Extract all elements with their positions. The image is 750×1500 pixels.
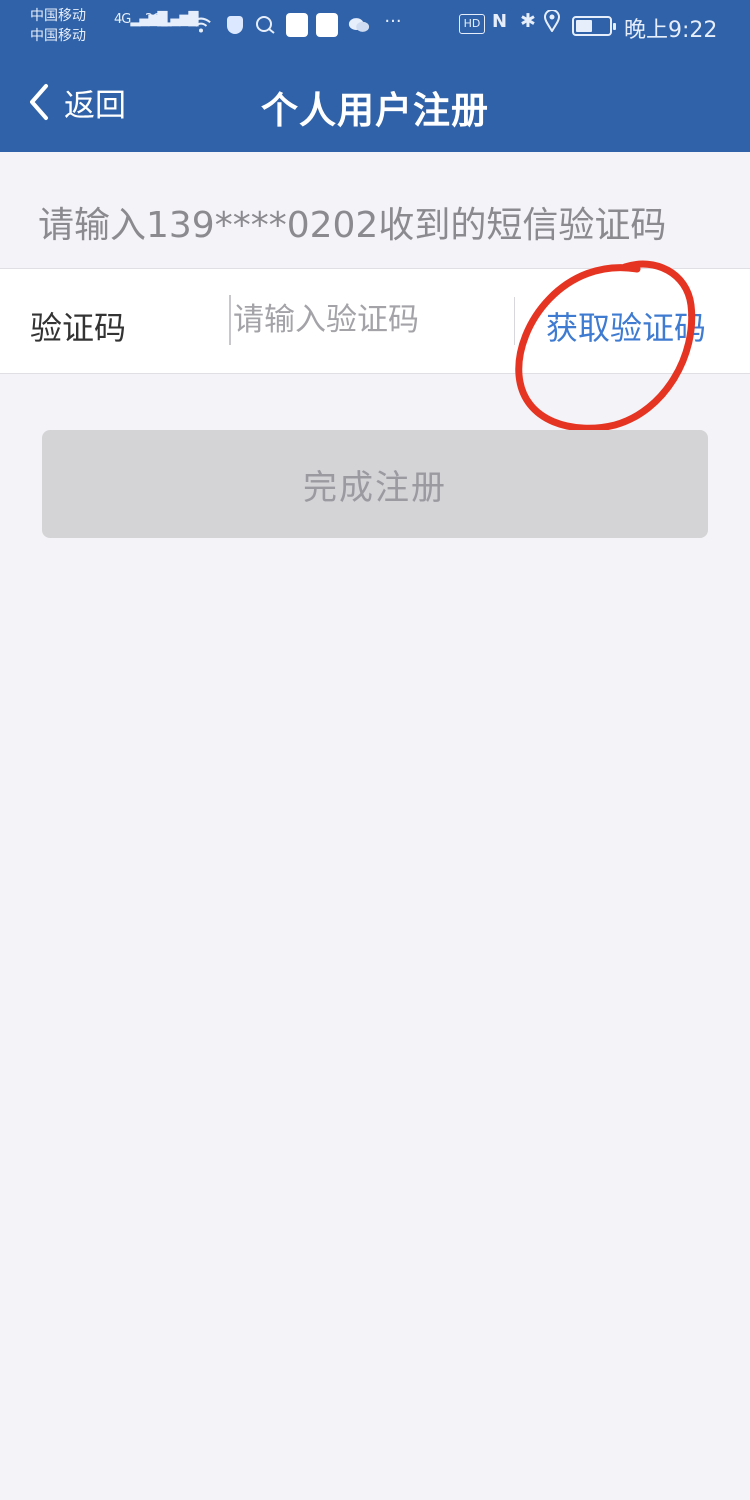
bluetooth-icon: ✱ [520, 10, 536, 32]
chat-app-icon [254, 14, 276, 36]
carrier-names: 中国移动 中国移动 [30, 6, 86, 46]
page-title: 个人用户注册 [261, 89, 489, 132]
security-app-icon [224, 14, 246, 36]
complete-registration-button[interactable]: 完成注册 [42, 430, 708, 538]
carrier-1: 中国移动 [30, 8, 86, 24]
battery-icon [572, 16, 616, 36]
navigation-bar: 返回 个人用户注册 [0, 52, 750, 152]
signal-2g-label: 2G [145, 12, 162, 27]
hd-voice-icon: HD [459, 14, 485, 34]
wechat-icon [348, 14, 370, 36]
clock: 晚上9:22 [624, 18, 718, 43]
carrier-2: 中国移动 [30, 28, 86, 44]
signal-4g-label: 4G [114, 12, 131, 27]
location-icon [543, 9, 561, 37]
more-notifications-icon: ··· [384, 10, 402, 32]
nfc-icon: N [492, 11, 508, 32]
wifi-icon [190, 14, 212, 36]
verification-code-label: 验证码 [30, 309, 127, 347]
verification-code-row: 验证码 获取验证码 [0, 268, 750, 374]
get-code-button[interactable]: 获取验证码 [546, 303, 706, 349]
sms-hint-text: 请输入139****0202收到的短信验证码 [38, 205, 667, 246]
verification-code-input[interactable] [229, 295, 499, 345]
browser-app-icon [286, 13, 308, 37]
row-divider [514, 297, 515, 345]
map-app-icon [316, 13, 338, 37]
status-bar: 中国移动 中国移动 4G▂▄▆█ 2G▂▄▆█ ··· HD N ✱ 晚上9:2… [0, 0, 750, 52]
